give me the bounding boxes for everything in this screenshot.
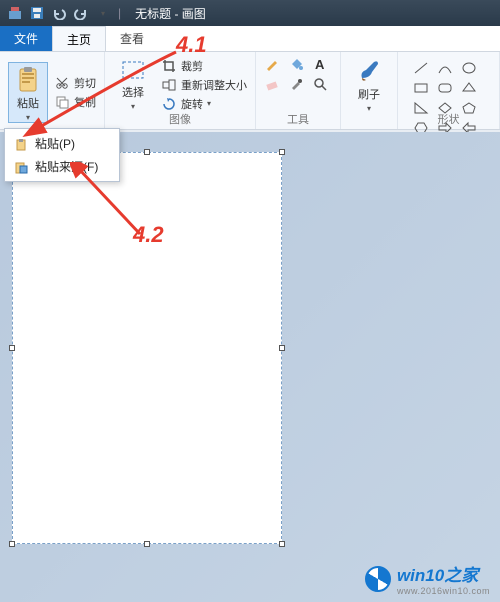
brush-label: 刷子 [358,86,380,102]
fill-icon[interactable] [288,56,304,72]
watermark-brand: win10之家 [397,566,478,585]
tab-view[interactable]: 查看 [106,26,158,51]
line-icon[interactable] [412,60,430,76]
watermark-url: www.2016win10.com [397,586,490,596]
oval-icon[interactable] [460,60,478,76]
window-title: 无标题 - 画图 [135,5,206,22]
chevron-down-icon: ▾ [207,99,211,108]
watermark-logo-icon [365,566,391,592]
pencil-icon[interactable] [264,56,280,72]
eyedropper-icon[interactable] [288,76,304,92]
group-label-tools: 工具 [256,111,340,127]
group-shapes: 形状 [398,52,500,129]
redo-icon[interactable] [72,4,90,22]
group-brush: 刷子 ▾ [341,52,398,129]
annotation-arrow-1 [18,50,188,140]
app-icon [6,4,24,22]
qat-dropdown-icon[interactable]: ▾ [94,4,112,22]
quick-access-toolbar: ▾ [6,4,112,22]
tab-home[interactable]: 主页 [52,26,106,51]
brush-icon [356,58,382,84]
resize-label: 重新调整大小 [181,77,247,93]
group-label-shapes: 形状 [398,111,499,127]
ribbon-tabs: 文件 主页 查看 [0,26,500,52]
watermark: win10之家 www.2016win10.com [365,561,490,596]
annotation-4-1: 4.1 [176,32,207,58]
chevron-down-icon: ▾ [367,104,371,113]
title-bar: ▾ | 无标题 - 画图 [0,0,500,26]
rect-icon[interactable] [412,80,430,96]
svg-text:A: A [315,57,325,71]
text-icon[interactable]: A [312,56,328,72]
eraser-icon[interactable] [264,76,280,92]
brush-button[interactable]: 刷子 ▾ [349,56,389,113]
undo-icon[interactable] [50,4,68,22]
roundrect-icon[interactable] [436,80,454,96]
paste-from-icon [13,159,29,175]
polygon-icon[interactable] [460,80,478,96]
group-tools: A 工具 [256,52,341,129]
magnifier-icon[interactable] [312,76,328,92]
annotation-4-2: 4.2 [133,222,164,248]
save-icon[interactable] [28,4,46,22]
tab-file[interactable]: 文件 [0,26,52,51]
curve-icon[interactable] [436,60,454,76]
